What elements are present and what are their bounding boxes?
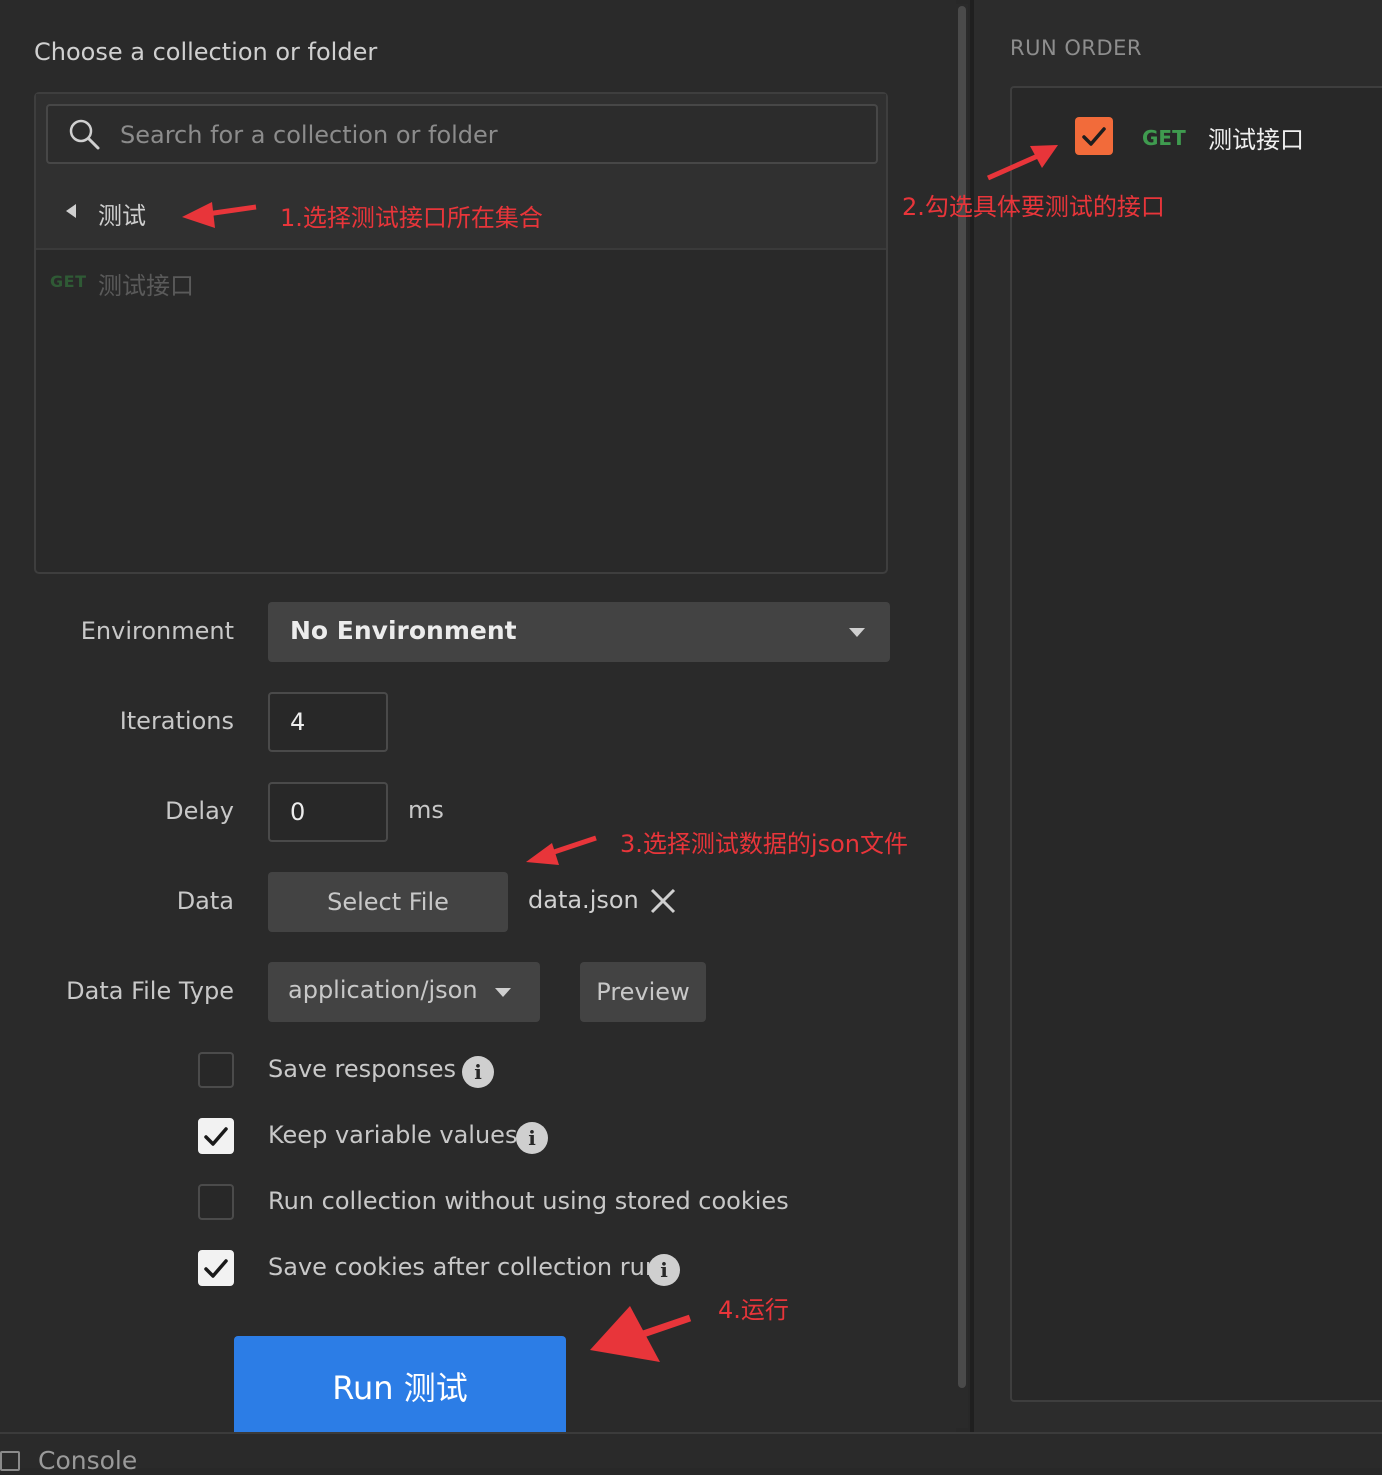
delay-unit: ms — [408, 796, 444, 824]
save-cookies-label: Save cookies after collection run — [268, 1253, 661, 1281]
info-icon[interactable]: i — [462, 1056, 494, 1088]
info-icon[interactable]: i — [516, 1122, 548, 1154]
data-file-name: data.json — [528, 886, 639, 914]
request-name[interactable]: 测试接口 — [98, 266, 194, 301]
annotation-step1: 1.选择测试接口所在集合 — [280, 204, 543, 232]
run-order-title: RUN ORDER — [1010, 36, 1142, 60]
console-bar[interactable] — [0, 1434, 1382, 1468]
checkmark-icon — [204, 1127, 228, 1146]
data-file-type-value[interactable]: application/json — [288, 976, 478, 1004]
checkmark-icon — [1082, 127, 1106, 146]
run-order-list — [1010, 86, 1382, 1402]
select-file-button[interactable]: Select File — [268, 872, 508, 932]
save-responses-checkbox[interactable] — [198, 1052, 234, 1088]
chevron-down-icon[interactable] — [849, 628, 865, 637]
close-icon[interactable] — [650, 888, 676, 914]
save-cookies-checkbox[interactable] — [198, 1250, 234, 1286]
keep-variable-values-checkbox[interactable] — [198, 1118, 234, 1154]
run-order-item-name: 测试接口 — [1208, 126, 1304, 154]
keep-variable-values-label: Keep variable values — [268, 1121, 518, 1149]
chevron-down-icon[interactable] — [495, 988, 511, 997]
environment-value[interactable]: No Environment — [290, 616, 517, 645]
data-file-type-label: Data File Type — [66, 977, 234, 1005]
console-label[interactable]: Console — [38, 1446, 137, 1475]
folder-name[interactable]: 测试 — [98, 196, 146, 231]
collection-picker-title: Choose a collection or folder — [34, 38, 378, 66]
info-icon[interactable]: i — [648, 1254, 680, 1286]
request-method-badge: GET — [50, 272, 87, 291]
caret-left-icon[interactable] — [66, 204, 76, 218]
search-input[interactable] — [110, 110, 880, 160]
annotation-step4: 4.运行 — [718, 1296, 789, 1324]
iterations-input[interactable] — [268, 692, 388, 752]
preview-button[interactable]: Preview — [580, 962, 706, 1022]
iterations-label: Iterations — [119, 707, 234, 735]
no-stored-cookies-checkbox[interactable] — [198, 1184, 234, 1220]
run-order-method-badge: GET — [1142, 126, 1186, 150]
no-stored-cookies-label: Run collection without using stored cook… — [268, 1187, 789, 1215]
delay-label: Delay — [165, 797, 234, 825]
search-icon — [69, 119, 100, 150]
run-button[interactable]: Run 测试 — [234, 1336, 566, 1436]
data-label: Data — [176, 887, 234, 915]
console-icon[interactable] — [0, 1451, 20, 1471]
run-order-item-checkbox[interactable] — [1075, 117, 1113, 155]
delay-input[interactable] — [268, 782, 388, 842]
save-responses-label: Save responses — [268, 1055, 457, 1083]
checkmark-icon — [204, 1259, 228, 1278]
annotation-step3: 3.选择测试数据的json文件 — [620, 830, 908, 858]
environment-label: Environment — [80, 617, 234, 645]
annotation-step2: 2.勾选具体要测试的接口 — [902, 193, 1165, 221]
